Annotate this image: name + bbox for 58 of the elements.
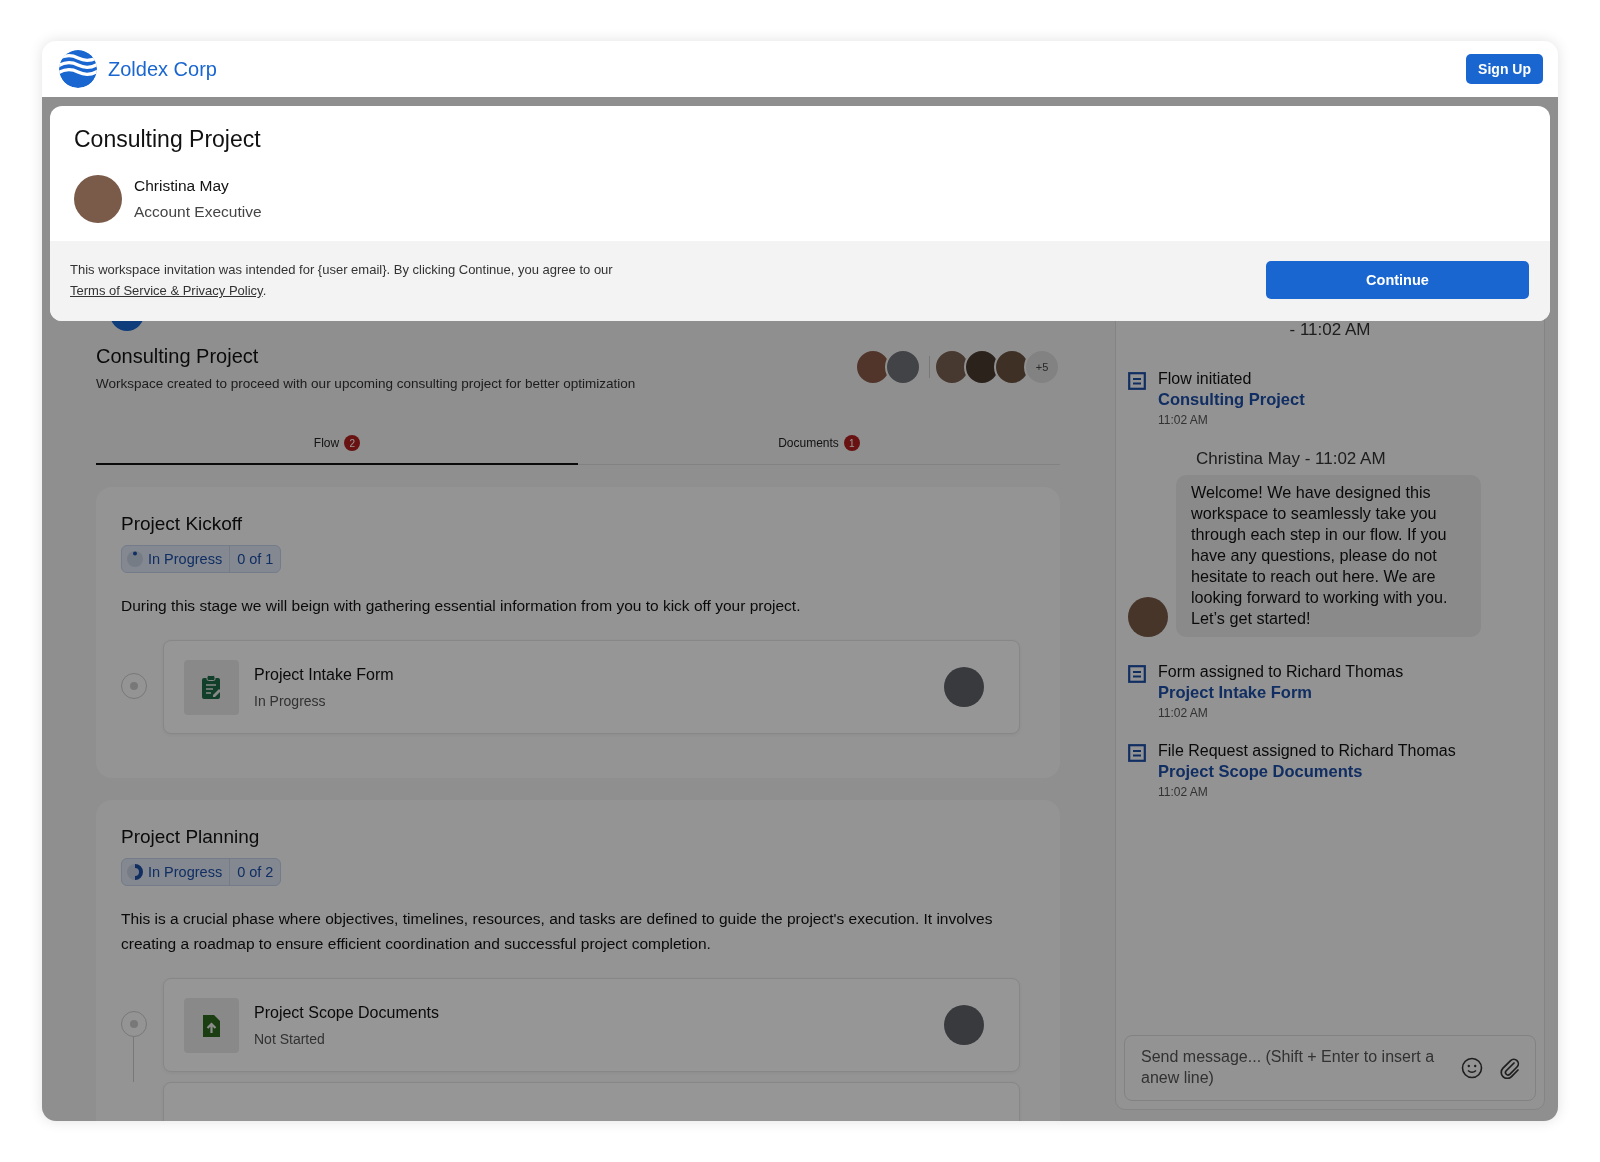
progress-count: 0 of 2: [236, 863, 275, 882]
brand-name: Zoldex Corp: [108, 57, 217, 81]
document-icon: [1128, 372, 1146, 390]
person-avatar: [74, 175, 122, 223]
progress-count: 0 of 1: [236, 550, 275, 569]
message-sender: Christina May - 11:02 AM: [1195, 449, 1387, 469]
more-members-count: +5: [1024, 349, 1060, 385]
task-status: Not Started: [254, 1030, 326, 1047]
stage-description: During this stage we will beign with gathering essential information from you to kick off your project.: [121, 596, 802, 616]
task-card[interactable]: Project Scope Documents Not Started: [163, 978, 1020, 1072]
emoji-icon: [1461, 1057, 1483, 1079]
stage-title: Project Planning: [121, 826, 261, 848]
status-dot-icon: [127, 551, 143, 567]
dialog-title: Consulting Project: [74, 126, 262, 153]
workspace-title: Consulting Project: [96, 345, 260, 368]
event-time: 11:02 AM: [1158, 706, 1209, 720]
assignee-avatar: [944, 1005, 984, 1045]
status-label: In Progress: [148, 864, 223, 880]
count-badge: 1: [843, 435, 860, 451]
event-time: 11:02 AM: [1158, 413, 1209, 427]
event-time: 11:02 AM: [1158, 785, 1209, 799]
continue-button[interactable]: Continue: [1266, 261, 1529, 299]
task-title: Project Scope Documents: [254, 1003, 440, 1022]
clipboard-icon: [200, 674, 223, 700]
task-card[interactable]: Project Intake Form In Progress: [163, 640, 1020, 734]
message-input[interactable]: Send message... (Shift + Enter to insert a anew line): [1124, 1035, 1536, 1101]
event-text: Flow initiated: [1158, 370, 1253, 388]
person-name: Christina May: [134, 177, 230, 195]
assignee-avatar: [944, 667, 984, 707]
event-link[interactable]: Project Intake Form: [1158, 683, 1404, 702]
workspace-description: Workspace created to proceed with our upcoming consulting project for better optimization: [96, 376, 636, 391]
message-bubble: Welcome! We have designed this workspace to seamlessly take you through each step in our flow. If you have any questions, please do not hesitate to reach out here. We are looking forward to working with you. Let’s get started!: [1176, 475, 1481, 637]
event-link[interactable]: Consulting Project: [1158, 390, 1305, 409]
count-badge: 2: [344, 435, 361, 451]
sign-up-button[interactable]: Sign Up: [1466, 54, 1543, 84]
stage-description: This is a crucial phase where objectives, timelines, resources, and tasks are defined to guide the project's execution. It involves creating a roadmap to ensure efficient coordination and successful project completion.: [121, 909, 994, 954]
paperclip-icon: [1499, 1057, 1521, 1079]
notice-text: This workspace invitation was intended for {user email}. By clicking Continue, you agree to our Terms of Service & Privacy Policy.: [70, 261, 614, 300]
tab[interactable]: Flow 2: [96, 429, 578, 465]
event-link[interactable]: Project Scope Documents: [1158, 762, 1456, 781]
task-title: Project Intake Form: [254, 665, 395, 684]
half-circle-icon: [127, 864, 143, 880]
person-role: Account Executive: [134, 203, 262, 221]
sender-avatar: [1128, 597, 1168, 637]
document-icon: [1128, 744, 1146, 762]
step-radio[interactable]: [121, 673, 147, 699]
step-radio[interactable]: [121, 1011, 147, 1037]
file-upload-icon: [200, 1012, 223, 1038]
document-icon: [1128, 665, 1146, 683]
event-text: File Request assigned to Richard Thomas: [1158, 742, 1456, 760]
terms-link[interactable]: Terms of Service & Privacy Policy: [70, 283, 263, 298]
timestamp: - 11:02 AM: [1288, 320, 1372, 340]
task-status: In Progress: [254, 692, 327, 709]
event-text: Form assigned to Richard Thomas: [1158, 663, 1404, 681]
status-label: In Progress: [148, 551, 223, 567]
tab[interactable]: Documents 1: [578, 429, 1060, 465]
stage-title: Project Kickoff: [121, 513, 244, 535]
globe-logo-icon: [58, 49, 98, 89]
